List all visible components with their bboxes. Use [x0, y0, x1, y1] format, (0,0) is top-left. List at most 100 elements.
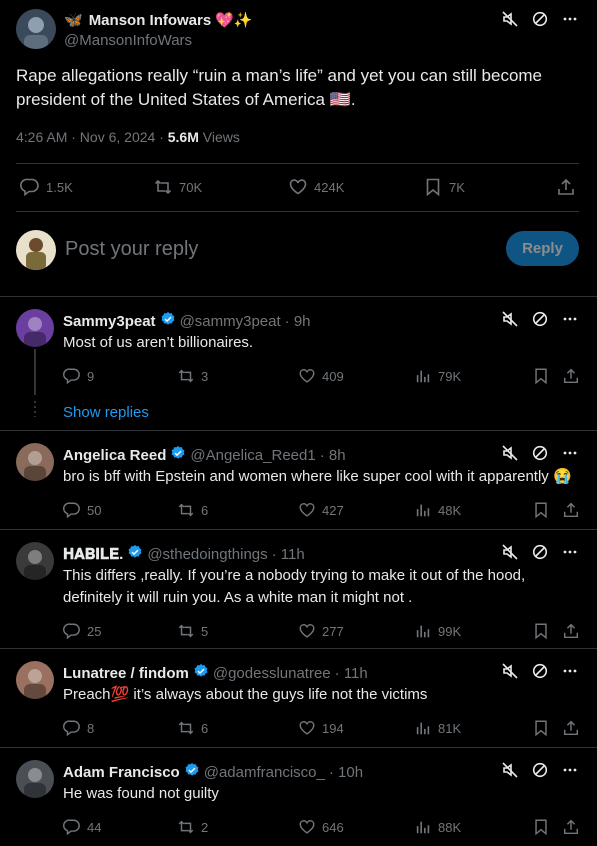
- mute-icon[interactable]: [501, 761, 519, 779]
- share-button[interactable]: [562, 818, 580, 836]
- more-icon[interactable]: [561, 310, 579, 328]
- more-icon[interactable]: [561, 10, 579, 28]
- mute-icon[interactable]: [501, 310, 519, 328]
- thread-dots: [34, 401, 36, 417]
- bookmark-button[interactable]: [532, 367, 550, 385]
- block-icon[interactable]: [531, 310, 549, 328]
- more-icon[interactable]: [561, 444, 579, 462]
- bookmark-icon: [426, 178, 440, 197]
- like-button[interactable]: 194: [298, 719, 344, 737]
- repost-button[interactable]: 5: [177, 622, 208, 640]
- mute-icon[interactable]: [501, 662, 519, 680]
- views-count: 48K: [438, 502, 462, 518]
- author-handle[interactable]: @MansonInfoWars: [64, 32, 192, 49]
- my-avatar[interactable]: [16, 230, 56, 270]
- repost-button[interactable]: 2: [177, 818, 208, 836]
- reply-item[interactable]: 𝐇𝐀𝐁𝐈𝐋𝐄. @sthedoingthings · 11h This differs…: [0, 530, 597, 649]
- like-button[interactable]: 409: [298, 367, 344, 385]
- share-button[interactable]: [556, 177, 576, 197]
- reply-avatar[interactable]: [16, 443, 54, 481]
- mute-icon[interactable]: [501, 10, 519, 28]
- show-replies-link[interactable]: Show replies: [63, 404, 149, 421]
- like-button[interactable]: 277: [298, 622, 344, 640]
- reply-item[interactable]: Adam Francisco @adamfrancisco_ · 10h He was…: [0, 748, 597, 846]
- views-count: 88K: [438, 819, 462, 835]
- views-button[interactable]: 79K: [414, 367, 461, 385]
- reply-author-handle[interactable]: @sthedoingthings: [147, 546, 267, 563]
- views-button[interactable]: 88K: [414, 818, 461, 836]
- reply-author-name[interactable]: Adam Francisco: [63, 764, 180, 781]
- like-button[interactable]: 427: [298, 501, 344, 519]
- reply-button[interactable]: 25: [63, 622, 101, 640]
- reply-button[interactable]: 44: [63, 818, 101, 836]
- reply-button[interactable]: 1.5K: [20, 177, 73, 197]
- repost-button[interactable]: 3: [177, 367, 208, 385]
- like-button[interactable]: 646: [298, 818, 344, 836]
- reply-author-handle[interactable]: @adamfrancisco_: [204, 764, 325, 781]
- share-icon: [562, 367, 580, 385]
- bookmark-button[interactable]: 7K: [423, 177, 465, 197]
- reply-author-name[interactable]: Sammy3peat: [63, 313, 156, 330]
- reply-avatar[interactable]: [16, 309, 54, 347]
- more-icon[interactable]: [561, 662, 579, 680]
- reply-actions: 8 6 194 81K: [0, 718, 597, 738]
- reply-avatar[interactable]: [16, 661, 54, 699]
- block-icon[interactable]: [531, 543, 549, 561]
- reply-button[interactable]: 8: [63, 719, 94, 737]
- views-button[interactable]: 48K: [414, 501, 461, 519]
- repost-button[interactable]: 6: [177, 501, 208, 519]
- reply-author-handle[interactable]: @Angelica_Reed1: [190, 447, 315, 464]
- reply-time[interactable]: · 11h: [335, 665, 368, 682]
- views-icon: [414, 719, 432, 737]
- reply-time[interactable]: · 11h: [272, 546, 305, 563]
- reply-author-name[interactable]: Angelica Reed: [63, 447, 166, 464]
- more-icon[interactable]: [561, 543, 579, 561]
- share-button[interactable]: [562, 367, 580, 385]
- block-icon[interactable]: [531, 10, 549, 28]
- block-icon[interactable]: [531, 662, 549, 680]
- views-button[interactable]: 81K: [414, 719, 461, 737]
- reply-time[interactable]: · 10h: [329, 764, 363, 781]
- reply-input[interactable]: Post your reply: [65, 238, 198, 261]
- bookmark-button[interactable]: [532, 622, 550, 640]
- author-avatar[interactable]: [16, 9, 56, 49]
- block-icon[interactable]: [531, 761, 549, 779]
- share-button[interactable]: [562, 622, 580, 640]
- reply-button[interactable]: 50: [63, 501, 101, 519]
- tweet-time[interactable]: 4:26 AM · Nov 6, 2024 ·: [16, 129, 168, 145]
- more-icon[interactable]: [561, 761, 579, 779]
- bookmark-button[interactable]: [532, 719, 550, 737]
- reply-avatar[interactable]: [16, 760, 54, 798]
- like-button[interactable]: 424K: [288, 177, 344, 197]
- mute-icon[interactable]: [501, 543, 519, 561]
- mute-icon[interactable]: [501, 444, 519, 462]
- reply-submit-button[interactable]: Reply: [506, 231, 579, 266]
- reply-time[interactable]: · 9h: [285, 313, 311, 330]
- bookmark-button[interactable]: [532, 501, 550, 519]
- reply-actions: 9 3 409 79K: [0, 366, 597, 386]
- author-name[interactable]: Manson Infowars: [89, 12, 212, 29]
- repost-button[interactable]: 70K: [153, 177, 202, 197]
- share-button[interactable]: [562, 501, 580, 519]
- reply-icon: [63, 622, 81, 640]
- share-button[interactable]: [562, 719, 580, 737]
- reply-tools: [501, 310, 579, 328]
- block-icon[interactable]: [531, 444, 549, 462]
- tweet-text: Rape allegations really “ruin a man’s li…: [16, 64, 542, 112]
- reply-item[interactable]: Sammy3peat @sammy3peat · 9h Most of us aren…: [0, 297, 597, 431]
- bookmark-button[interactable]: [532, 818, 550, 836]
- reply-item[interactable]: Lunatree / findom @godesslunatree · 11h Pre…: [0, 649, 597, 748]
- reply-author-handle[interactable]: @godesslunatree: [213, 665, 331, 682]
- repost-button[interactable]: 6: [177, 719, 208, 737]
- views-button[interactable]: 99K: [414, 622, 461, 640]
- reply-avatar[interactable]: [16, 542, 54, 580]
- reply-time[interactable]: · 8h: [320, 447, 346, 464]
- reply-item[interactable]: Angelica Reed @Angelica_Reed1 · 8h bro is b…: [0, 431, 597, 530]
- reply-author-name[interactable]: Lunatree / findom: [63, 665, 189, 682]
- reply-text: Most of us aren’t billionaires.: [63, 332, 253, 354]
- reply-author-handle[interactable]: @sammy3peat: [180, 313, 281, 330]
- reply-author-name[interactable]: 𝐇𝐀𝐁𝐈𝐋𝐄.: [63, 546, 123, 563]
- reply-name-row: 𝐇𝐀𝐁𝐈𝐋𝐄. @sthedoingthings · 11h: [63, 544, 305, 564]
- share-icon: [562, 818, 580, 836]
- reply-button[interactable]: 9: [63, 367, 94, 385]
